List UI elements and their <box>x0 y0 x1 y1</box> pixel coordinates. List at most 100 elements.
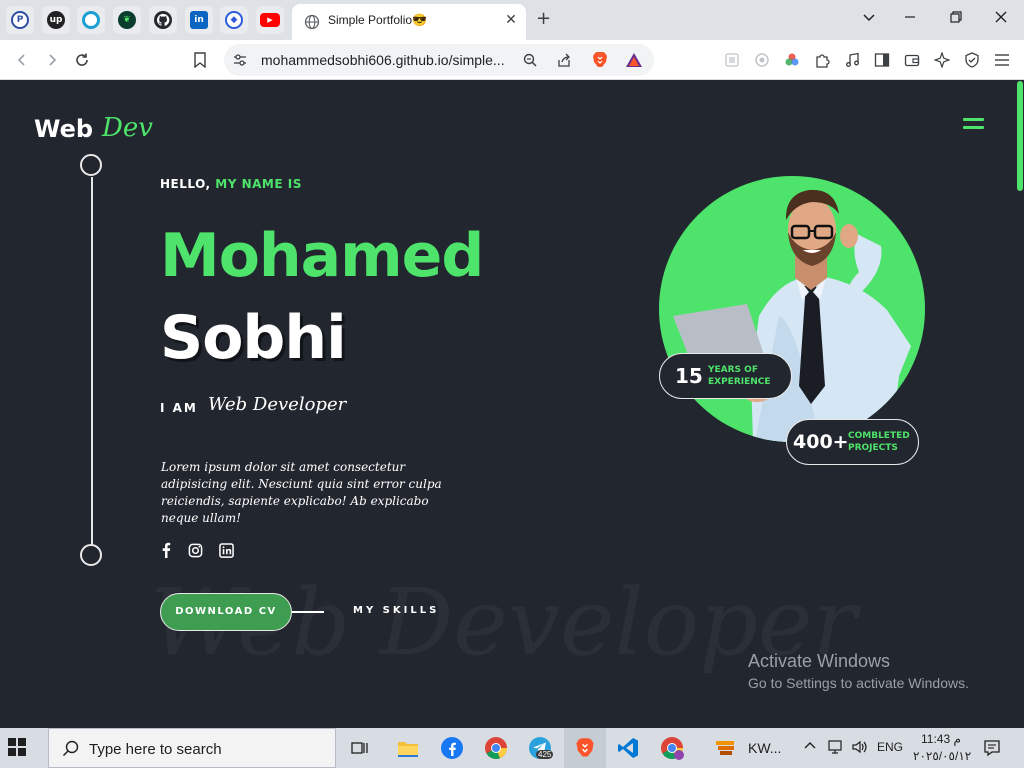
developer-portrait-image <box>673 189 911 442</box>
close-window-icon[interactable] <box>994 10 1008 28</box>
projects-badge: 400+ COMBLETED PROJECTS <box>786 419 919 465</box>
portfolio-page: Web Developer Web Dev HELLO, MY NAME IS … <box>0 81 1024 728</box>
active-tab[interactable]: Simple Portfolio😎 ✕ <box>292 4 526 40</box>
pinned-tab-paypal[interactable]: P <box>6 6 34 34</box>
bookmark-icon[interactable] <box>190 50 210 70</box>
upwork-icon: up <box>47 11 65 29</box>
timeline-bottom-circle <box>80 544 102 566</box>
share-icon[interactable] <box>554 50 574 70</box>
timeline-line <box>91 177 93 553</box>
clock-date[interactable]: ٢٠٢٥/٠٥/١٢ <box>913 749 971 763</box>
facebook-app-icon[interactable] <box>438 734 466 762</box>
projects-label: COMBLETED PROJECTS <box>848 430 910 454</box>
activate-windows-watermark: Activate Windows Go to Settings to activ… <box>748 651 969 691</box>
network-icon[interactable] <box>827 739 845 760</box>
menu-bar-icon <box>963 126 984 129</box>
address-bar[interactable]: mohammedsobhi606.github.io/simple... <box>224 44 654 76</box>
kw-app-taskbar-item[interactable]: KW... <box>714 734 794 762</box>
youtube-icon: ▶ <box>260 13 280 27</box>
url-text[interactable]: mohammedsobhi606.github.io/simple... <box>261 52 505 68</box>
close-tab-icon[interactable]: ✕ <box>502 11 520 29</box>
hero-image-circle <box>659 176 925 442</box>
volume-icon[interactable] <box>851 739 869 760</box>
vpn-shield-icon[interactable] <box>962 50 982 70</box>
my-skills-link[interactable]: MY SKILLS <box>353 605 439 616</box>
hello-heading: HELLO, MY NAME IS <box>160 177 302 191</box>
color-picker-icon[interactable] <box>782 50 802 70</box>
extension-grey-icon[interactable] <box>722 50 742 70</box>
timeline-top-circle <box>80 154 102 176</box>
target-icon <box>82 11 100 29</box>
pinned-tab-mongodb[interactable]: ❦ <box>113 6 141 34</box>
site-settings-icon[interactable] <box>230 50 250 70</box>
years-label-line1: YEARS OF <box>708 365 758 375</box>
minimize-icon[interactable] <box>903 10 917 28</box>
language-indicator[interactable]: ENG <box>877 740 903 754</box>
paypal-icon: P <box>11 11 29 29</box>
intro-paragraph: Lorem ipsum dolor sit amet consectetur a… <box>161 460 442 525</box>
logo-main[interactable]: Web <box>34 115 93 143</box>
brave-rewards-icon[interactable] <box>624 50 644 70</box>
restore-icon[interactable] <box>949 10 963 28</box>
logo-script[interactable]: Dev <box>102 113 153 143</box>
first-name: Mohamed <box>160 221 484 291</box>
notifications-icon[interactable] <box>983 739 1001 762</box>
extensions-puzzle-icon[interactable] <box>812 50 832 70</box>
search-icon <box>62 740 80 762</box>
hello-accent: MY NAME IS <box>215 177 302 191</box>
menu-bar-icon <box>963 118 984 121</box>
chrome-profile-icon[interactable] <box>658 734 686 762</box>
reload-icon[interactable] <box>72 50 92 70</box>
kw-app-label: KW... <box>748 740 782 756</box>
forward-icon[interactable] <box>42 50 62 70</box>
search-placeholder: Type here to search <box>89 741 222 758</box>
telegram-icon[interactable]: 425 <box>526 734 554 762</box>
linkedin-icon: in <box>190 11 208 29</box>
telegram-unread-badge: 425 <box>536 750 554 759</box>
tab-search-dropdown-icon[interactable] <box>862 10 876 28</box>
projects-label-line1: COMBLETED <box>848 431 910 441</box>
tab-title: Simple Portfolio😎 <box>328 13 427 27</box>
clock-time[interactable]: 11:43 م <box>921 732 961 746</box>
years-number: 15 <box>675 364 703 388</box>
instagram-icon[interactable] <box>187 542 203 558</box>
task-view-icon[interactable] <box>346 734 374 762</box>
pinned-tab-diamond[interactable]: ◆ <box>220 6 248 34</box>
brave-taskbar-icon[interactable] <box>564 728 606 768</box>
projects-label-line2: PROJECTS <box>848 443 898 453</box>
pinned-tab-target[interactable] <box>77 6 105 34</box>
zoom-icon[interactable] <box>520 50 540 70</box>
blue-diamond-icon: ◆ <box>225 11 243 29</box>
chrome-icon[interactable] <box>482 734 510 762</box>
pinned-tab-github[interactable] <box>149 6 177 34</box>
wallet-icon[interactable] <box>902 50 922 70</box>
windows-taskbar: Type here to search 425 KW... ENG 11:43 … <box>0 728 1024 768</box>
browser-tab-bar: P up ❦ in ◆ ▶ Simple Portfolio😎 ✕ + <box>0 0 1024 40</box>
media-music-icon[interactable] <box>842 50 862 70</box>
new-tab-button[interactable]: + <box>536 9 551 29</box>
sidebar-icon[interactable] <box>872 50 892 70</box>
pinned-tab-upwork[interactable]: up <box>42 6 70 34</box>
pinned-tab-youtube[interactable]: ▶ <box>256 6 284 34</box>
button-connector-line <box>292 611 324 613</box>
pinned-tab-linkedin[interactable]: in <box>185 6 213 34</box>
hello-prefix: HELLO, <box>160 177 211 191</box>
vscode-icon[interactable] <box>614 734 642 762</box>
linkedin-icon[interactable] <box>218 542 234 558</box>
download-cv-button[interactable]: DOWNLOAD CV <box>160 593 292 631</box>
brave-shields-icon[interactable] <box>590 50 610 70</box>
i-am-label: I AM <box>160 401 198 415</box>
browser-menu-icon[interactable] <box>992 50 1012 70</box>
facebook-icon[interactable] <box>158 542 174 558</box>
years-label: YEARS OF EXPERIENCE <box>708 364 771 388</box>
extension-circle-icon[interactable] <box>752 50 772 70</box>
browser-toolbar: mohammedsobhi606.github.io/simple... <box>0 40 1024 80</box>
tray-chevron-up-icon[interactable] <box>803 739 817 756</box>
taskbar-search-box[interactable]: Type here to search <box>48 728 336 768</box>
file-explorer-icon[interactable] <box>394 734 422 762</box>
hamburger-menu-button[interactable] <box>963 118 984 132</box>
windows-start-icon[interactable] <box>8 738 28 758</box>
page-scrollbar[interactable] <box>1017 81 1023 191</box>
back-icon[interactable] <box>12 50 32 70</box>
leo-ai-icon[interactable] <box>932 50 952 70</box>
